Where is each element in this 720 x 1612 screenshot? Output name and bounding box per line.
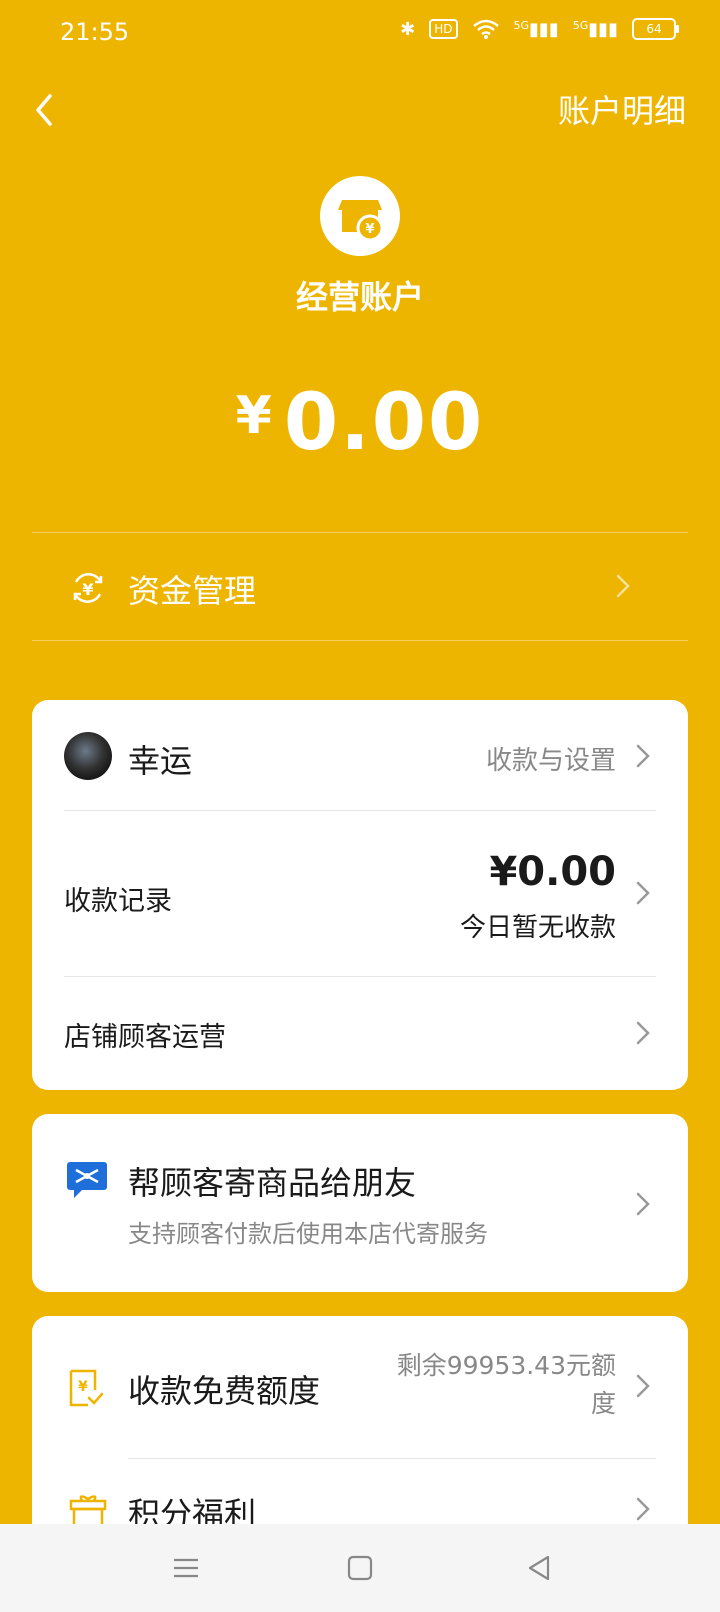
- signal-2-icon: 5G▮▮▮: [572, 18, 618, 40]
- svg-text:¥: ¥: [365, 222, 374, 237]
- back-button[interactable]: [22, 86, 70, 134]
- fund-cycle-icon: ¥: [73, 573, 103, 603]
- chevron-right-icon: [636, 1021, 650, 1045]
- account-balance: ¥0.00: [0, 378, 720, 468]
- svg-text:¥: ¥: [82, 580, 93, 599]
- home-icon[interactable]: [344, 1552, 376, 1584]
- battery-icon: 64: [632, 18, 679, 40]
- store-settings-row[interactable]: 幸运 收款与设置: [32, 700, 688, 810]
- chevron-right-icon: [636, 744, 650, 768]
- currency-symbol: ¥: [235, 386, 272, 446]
- shop-yen-icon: ¥: [320, 176, 400, 256]
- settings-link[interactable]: 收款与设置: [486, 740, 616, 777]
- gift-service-subtitle: 支持顾客付款后使用本店代寄服务: [128, 1220, 488, 1248]
- signal-1-icon: 5G▮▮▮: [513, 18, 559, 40]
- gift-service-card[interactable]: 帮顾客寄商品给朋友 支持顾客付款后使用本店代寄服务: [32, 1114, 688, 1292]
- payment-records-row[interactable]: 收款记录 ¥0.00 今日暂无收款: [32, 811, 688, 976]
- top-bar: 账户明细: [0, 80, 720, 140]
- free-quota-value-cont: 度: [590, 1389, 616, 1418]
- fund-management-label: 资金管理: [128, 572, 257, 610]
- chevron-right-icon: [636, 1497, 650, 1521]
- hd-badge: HD: [429, 19, 458, 39]
- svg-text:¥: ¥: [78, 1379, 88, 1395]
- divider: [32, 640, 688, 641]
- free-quota-row[interactable]: ¥ 收款免费额度 剩余99953.43元额 度: [32, 1316, 688, 1458]
- free-quota-value: 剩余99953.43元额: [396, 1351, 616, 1380]
- store-name: 幸运: [128, 742, 193, 780]
- status-time: 21:55: [60, 18, 130, 46]
- back-arrow-icon: [36, 94, 52, 126]
- gift-service-title: 帮顾客寄商品给朋友: [128, 1164, 417, 1202]
- nav-back-icon[interactable]: [524, 1552, 556, 1584]
- bluetooth-icon: ✱: [400, 18, 416, 40]
- payment-records-label: 收款记录: [64, 886, 172, 917]
- account-title: 经营账户: [295, 278, 424, 316]
- status-icons: ✱ HD 5G▮▮▮ 5G▮▮▮ 64: [400, 18, 679, 40]
- customer-ops-label: 店铺顾客运营: [64, 1022, 226, 1053]
- benefits-card: ¥ 收款免费额度 剩余99953.43元额 度 积分福利: [32, 1316, 688, 1556]
- chevron-right-icon: [636, 881, 650, 905]
- payment-records-note: 今日暂无收款: [459, 913, 616, 943]
- free-quota-label: 收款免费额度: [128, 1372, 321, 1410]
- balance-amount: 0.00: [283, 378, 485, 468]
- customer-ops-row[interactable]: 店铺顾客运营: [32, 977, 688, 1090]
- payment-records-amount: ¥0.00: [489, 849, 616, 895]
- account-detail-link[interactable]: 账户明细: [558, 86, 686, 132]
- avatar: [64, 732, 112, 780]
- gift-bubble-icon: [67, 1162, 107, 1198]
- menu-icon[interactable]: [170, 1552, 202, 1584]
- fund-management-row[interactable]: ¥ 资金管理: [32, 532, 688, 640]
- store-card: 幸运 收款与设置 收款记录 ¥0.00 今日暂无收款 店铺顾客运营: [32, 700, 688, 1090]
- chevron-right-icon: [636, 1374, 650, 1398]
- gift-box-icon: [69, 1495, 107, 1529]
- system-nav-bar: [0, 1524, 720, 1612]
- receipt-yen-icon: ¥: [69, 1369, 104, 1407]
- chevron-right-icon: [616, 574, 630, 598]
- status-bar: 21:55 ✱ HD 5G▮▮▮ 5G▮▮▮ 64: [0, 0, 720, 64]
- wifi-icon: [472, 19, 499, 39]
- chevron-right-icon: [636, 1192, 650, 1216]
